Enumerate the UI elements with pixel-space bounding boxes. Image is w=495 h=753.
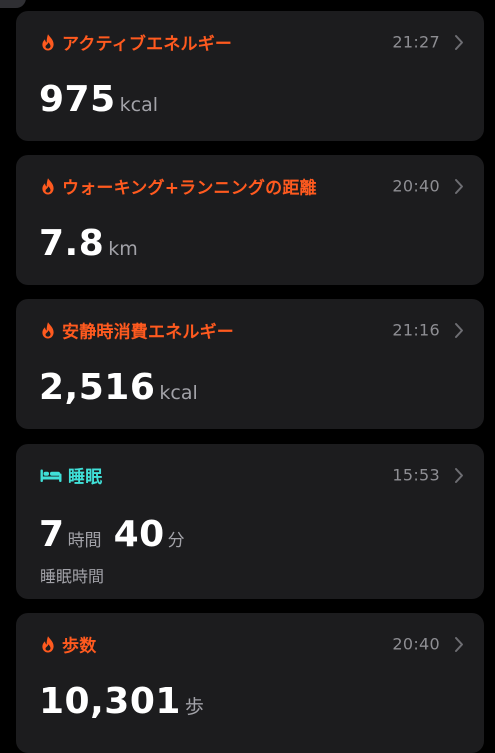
chevron-right-icon[interactable] <box>454 178 464 194</box>
bed-icon <box>40 468 62 482</box>
card-title-row: 睡眠 <box>40 463 102 488</box>
value-row: 10,301 歩 <box>39 681 204 722</box>
flame-icon <box>40 33 56 51</box>
card-meta: 21:27 <box>392 33 464 52</box>
card-title-row: アクティブエネルギー <box>40 30 232 55</box>
sleep-time-label: 睡眠時間 <box>40 567 105 586</box>
active-energy-card[interactable]: アクティブエネルギー 21:27 975 kcal <box>16 11 484 141</box>
card-title: 安静時消費エネルギー <box>62 322 234 343</box>
card-header: 睡眠 15:53 <box>16 444 484 500</box>
value-row: 2,516 kcal <box>39 367 198 408</box>
card-header: ウォーキング+ランニングの距離 20:40 <box>16 155 484 211</box>
value-row: 975 kcal <box>39 79 158 120</box>
timestamp: 21:27 <box>392 32 440 52</box>
metric-value: 975 <box>39 79 116 120</box>
card-meta: 20:40 <box>392 177 464 196</box>
timestamp: 21:16 <box>392 320 440 340</box>
resting-energy-card[interactable]: 安静時消費エネルギー 21:16 2,516 kcal <box>16 299 484 429</box>
card-header: 歩数 20:40 <box>16 613 484 669</box>
sleep-duration-row: 7 時間 40 分 <box>39 514 197 555</box>
sleep-hours-value: 7 <box>39 514 65 555</box>
card-title: アクティブエネルギー <box>62 34 233 55</box>
card-title-row: 安静時消費エネルギー <box>40 318 234 343</box>
sleep-card[interactable]: 睡眠 15:53 7 時間 40 分 睡眠時間 <box>16 444 484 599</box>
metric-value: 7.8 <box>39 223 105 264</box>
flame-icon <box>40 321 56 339</box>
metric-unit: 歩 <box>184 696 204 718</box>
sleep-hours-unit: 時間 <box>67 531 102 551</box>
card-title: 歩数 <box>62 636 97 657</box>
card-title-row: ウォーキング+ランニングの距離 <box>40 174 317 199</box>
metric-unit: kcal <box>119 94 159 116</box>
card-header: 安静時消費エネルギー 21:16 <box>16 299 484 355</box>
chevron-right-icon[interactable] <box>454 636 464 652</box>
chevron-right-icon[interactable] <box>454 322 464 338</box>
metric-unit: kcal <box>159 382 198 404</box>
chevron-right-icon[interactable] <box>454 467 464 483</box>
value-row: 7.8 km <box>39 223 138 264</box>
card-title: 睡眠 <box>68 467 103 488</box>
card-meta: 20:40 <box>392 635 464 654</box>
sleep-minutes-value: 40 <box>113 514 165 555</box>
metric-value: 2,516 <box>39 367 156 408</box>
chevron-right-icon[interactable] <box>454 34 464 50</box>
card-title: ウォーキング+ランニングの距離 <box>62 178 317 199</box>
timestamp: 20:40 <box>392 176 440 196</box>
flame-icon <box>40 177 56 195</box>
timestamp: 15:53 <box>392 465 440 485</box>
card-meta: 21:16 <box>392 321 464 340</box>
card-header: アクティブエネルギー 21:27 <box>16 11 484 67</box>
card-title-row: 歩数 <box>40 632 96 657</box>
timestamp: 20:40 <box>392 634 440 654</box>
flame-icon <box>40 635 56 653</box>
walking-running-distance-card[interactable]: ウォーキング+ランニングの距離 20:40 7.8 km <box>16 155 484 285</box>
metric-value: 10,301 <box>39 681 181 722</box>
card-meta: 15:53 <box>392 466 464 485</box>
sleep-minutes-unit: 分 <box>167 531 185 551</box>
steps-card[interactable]: 歩数 20:40 10,301 歩 <box>16 613 484 753</box>
metric-unit: km <box>108 238 138 260</box>
scroll-edge-tab <box>0 0 26 8</box>
